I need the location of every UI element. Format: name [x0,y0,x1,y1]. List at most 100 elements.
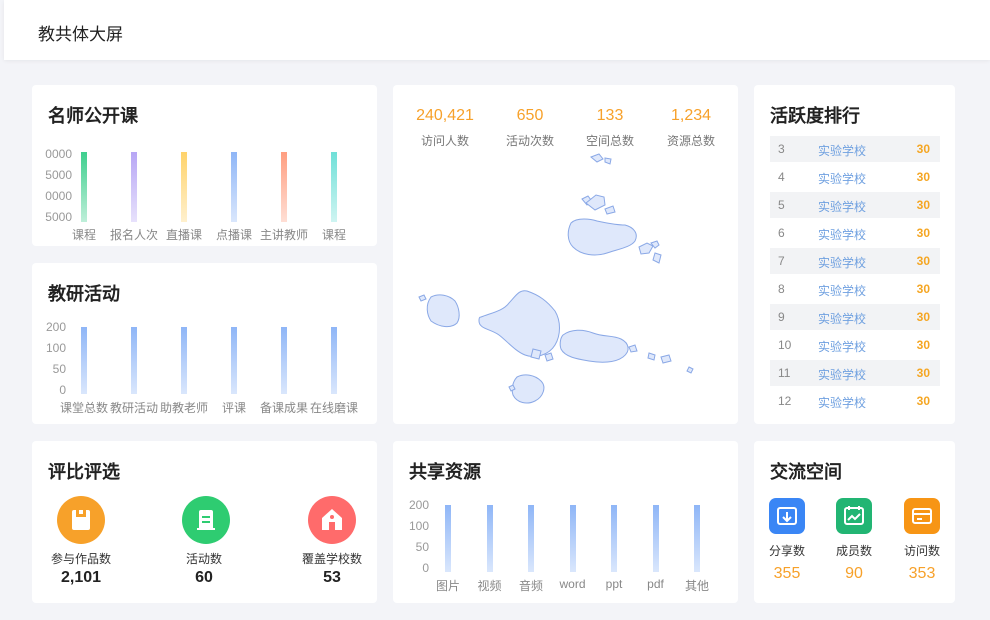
evaluation-title: 评比评选 [48,462,120,482]
exchange-visits-value: 353 [908,565,936,582]
shared-resources-title: 共享资源 [409,462,481,482]
ranking-number: 11 [778,366,791,380]
ranking-row[interactable]: 3 实验学校 30 [770,136,940,162]
y-tick-label: 0 [422,561,429,575]
evaluation-schools-value: 53 [323,569,341,586]
research-bar[interactable] [181,326,187,394]
ranking-score: 30 [916,254,930,268]
ranking-row[interactable]: 9 实验学校 30 [770,304,940,330]
shared-resources-category-label: 其他 [684,579,709,593]
shared-resources-bar[interactable] [528,504,534,572]
research-category-label: 在线磨课 [309,401,358,415]
card-icon[interactable] [904,498,940,534]
ranking-score: 30 [916,226,930,240]
ranking-row[interactable]: 10 实验学校 30 [770,332,940,358]
ranking-score: 30 [916,198,930,212]
ranking-number: 4 [778,170,785,184]
shared-resources-bar[interactable] [611,504,617,572]
y-tick-label: 5000 [45,210,72,224]
ranking-score: 30 [916,282,930,296]
research-bar[interactable] [331,326,337,394]
exchange-visits-label: 访问数 [903,544,940,558]
famous-courses-bar[interactable] [81,151,87,222]
ranking-row[interactable]: 11 实验学校 30 [770,360,940,386]
share-icon[interactable] [769,498,805,534]
evaluation-schools-label: 覆盖学校数 [301,552,362,566]
ranking-row[interactable]: 7 实验学校 30 [770,248,940,274]
exchange-shares-value: 355 [773,565,801,582]
ranking-school-name[interactable]: 实验学校 [818,310,866,327]
evaluation-activities-value: 60 [195,569,213,586]
exchange-shares-label: 分享数 [768,544,805,558]
ranking-school-name[interactable]: 实验学校 [818,254,866,271]
ranking-card: 活跃度排行 3 实验学校 30 4 实验学校 30 5 实验学校 30 6 实验学校 30 7 实验学校 3… [754,85,955,424]
shared-resources-bar[interactable] [694,504,700,572]
research-bar[interactable] [81,326,87,394]
ranking-score: 30 [916,338,930,352]
famous-courses-category-label: 课程 [321,228,346,242]
ranking-number: 3 [778,142,785,156]
exchange-card: 交流空间 分享数 355 成员数 90 访问数 353 [754,441,955,603]
y-tick-label: 100 [408,519,429,533]
ranking-score: 30 [916,310,930,324]
ranking-row[interactable]: 12 实验学校 30 [770,388,940,414]
y-tick-label: 0000 [45,147,72,161]
exchange-members-value: 90 [845,565,863,582]
research-card: 教研活动 200 100 50 0 课堂总数 教研活动 助教老师 评课 备课成果 在线磨课 [32,263,377,424]
ranking-school-name[interactable]: 实验学校 [818,366,866,383]
ranking-school-name[interactable]: 实验学校 [818,142,866,159]
ranking-number: 12 [778,394,792,408]
y-tick-label: 50 [415,540,429,554]
ranking-score: 30 [916,394,930,408]
ranking-score: 30 [916,366,930,380]
evaluation-works-label: 参与作品数 [50,552,111,566]
ranking-school-name[interactable]: 实验学校 [818,170,866,187]
famous-courses-bar[interactable] [131,151,137,222]
ranking-school-name[interactable]: 实验学校 [818,338,866,355]
ranking-title: 活跃度排行 [770,106,860,126]
ranking-row[interactable]: 8 实验学校 30 [770,276,940,302]
top-bar: 教共体大屏 [4,0,990,60]
ranking-score: 30 [916,170,930,184]
overview-map-card: 240,421 访问人数 650 活动次数 133 空间总数 1,234 资源总… [393,85,738,424]
ranking-row[interactable]: 5 实验学校 30 [770,192,940,218]
exchange-members-label: 成员数 [835,544,872,558]
research-bar[interactable] [281,326,287,394]
ranking-score: 30 [916,142,930,156]
research-bar[interactable] [131,326,137,394]
ranking-school-name[interactable]: 实验学校 [818,226,866,243]
page-title: 教共体大屏 [38,25,123,44]
calendar-chart-icon[interactable] [836,498,872,534]
school-icon [308,496,356,544]
famous-courses-bar[interactable] [181,151,187,222]
y-tick-label: 200 [408,498,429,512]
ranking-school-name[interactable]: 实验学校 [818,198,866,215]
research-bar[interactable] [231,326,237,394]
ranking-school-name[interactable]: 实验学校 [818,282,866,299]
ranking-number: 9 [778,310,785,324]
evaluation-works-value: 2,101 [60,569,102,586]
box-icon [57,496,105,544]
evaluation-activities-label: 活动数 [185,552,222,566]
shared-resources-card: 共享资源 200 100 50 0 图片 视频 音频 word ppt pdf 其他 [393,441,738,603]
region-map[interactable] [393,85,738,424]
famous-courses-title: 名师公开课 [48,106,138,126]
research-title: 教研活动 [48,284,120,304]
ranking-number: 7 [778,254,785,268]
famous-courses-bar[interactable] [231,151,237,222]
y-tick-label: 50 [52,362,66,376]
famous-courses-bar[interactable] [281,151,287,222]
y-tick-label: 0 [59,383,66,397]
ranking-row[interactable]: 4 实验学校 30 [770,164,940,190]
shared-resources-bar[interactable] [445,504,451,572]
shared-resources-bar[interactable] [486,504,493,572]
famous-courses-bar[interactable] [331,151,337,222]
ranking-number: 10 [778,338,792,352]
famous-courses-card: 名师公开课 0000 5000 0000 5000 课程 报名人次 直播课 点播课 主讲… [32,85,377,246]
shared-resources-bar[interactable] [569,504,576,572]
ranking-row[interactable]: 6 实验学校 30 [770,220,940,246]
y-tick-label: 5000 [45,168,72,182]
ranking-number: 8 [778,282,785,296]
shared-resources-bar[interactable] [652,504,659,572]
ranking-school-name[interactable]: 实验学校 [818,394,866,411]
